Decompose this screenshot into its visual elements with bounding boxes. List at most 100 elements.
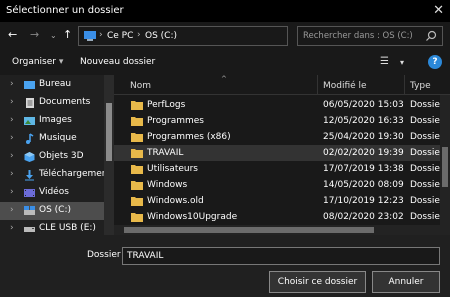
folder-icon — [131, 117, 143, 126]
cancel-button[interactable]: Annuler — [372, 271, 440, 293]
file-date: 17/10/2019 12:23 — [323, 196, 404, 206]
breadcrumb-separator-icon: › — [99, 30, 103, 40]
window-title: Sélectionner un dossier — [6, 5, 124, 16]
file-name: TRAVAIL — [147, 148, 184, 158]
sidebar-item-label: Objets 3D — [39, 151, 84, 161]
expand-chevron-icon[interactable]: › — [10, 133, 14, 143]
file-name: Programmes (x86) — [147, 132, 231, 142]
column-header-modified[interactable]: Modifié le — [323, 81, 367, 91]
file-type: Dossier — [410, 116, 444, 126]
view-options-chevron-icon[interactable]: ▾ — [400, 58, 404, 67]
expand-chevron-icon[interactable]: › — [10, 97, 14, 107]
expand-chevron-icon[interactable]: › — [10, 223, 14, 233]
column-header-name[interactable]: Nom — [130, 81, 151, 91]
folder-name-input[interactable]: TRAVAIL — [122, 247, 440, 265]
expand-chevron-icon[interactable]: › — [10, 115, 14, 125]
column-header-row: ^ Nom Modifié le Type — [114, 75, 450, 95]
file-list-vertical-scrollbar[interactable] — [440, 95, 450, 235]
file-type: Dossier — [410, 148, 444, 158]
sidebar-item-label: Vidéos — [39, 187, 69, 197]
file-date: 17/07/2019 13:38 — [323, 164, 404, 174]
new-folder-button[interactable]: Nouveau dossier — [80, 57, 155, 67]
recent-locations-chevron-icon[interactable]: ⌄ — [50, 31, 57, 40]
table-row[interactable]: Programmes (x86) 25/04/2020 19:30 Dossie… — [114, 129, 450, 145]
table-row[interactable]: Windows 14/05/2020 08:09 Dossier — [114, 177, 450, 193]
column-divider[interactable] — [317, 75, 318, 95]
table-row[interactable]: Windows10Upgrade 08/02/2020 23:02 Dossie… — [114, 209, 450, 225]
file-list-horizontal-scrollbar[interactable] — [114, 225, 440, 235]
title-bar: Sélectionner un dossier ✕ — [0, 0, 450, 22]
sidebar-item-label: Bureau — [39, 79, 72, 89]
file-date: 08/02/2020 23:02 — [323, 212, 404, 222]
horizontal-scrollbar-thumb[interactable] — [124, 227, 374, 233]
file-name: Programmes — [147, 116, 204, 126]
folder-icon — [131, 149, 143, 158]
file-name: Utilisateurs — [147, 164, 198, 174]
back-arrow-icon[interactable]: ← — [8, 28, 17, 41]
expand-chevron-icon[interactable]: › — [10, 151, 14, 161]
sidebar-item-objets-3d[interactable]: › Objets 3D — [0, 148, 114, 166]
folder-name-value: TRAVAIL — [127, 251, 164, 261]
expand-chevron-icon[interactable]: › — [10, 205, 14, 215]
expand-chevron-icon[interactable]: › — [10, 79, 14, 89]
file-list: ^ Nom Modifié le Type PerfLogs 06/05/202… — [114, 75, 450, 235]
forward-arrow-icon[interactable]: → — [30, 28, 39, 41]
folder-icon — [131, 165, 143, 174]
up-arrow-icon[interactable]: ↑ — [63, 28, 72, 41]
breadcrumb-ce-pc[interactable]: Ce PC — [107, 31, 133, 41]
column-divider[interactable] — [404, 75, 405, 95]
table-row[interactable]: TRAVAIL 02/02/2020 19:39 Dossier — [114, 145, 450, 161]
dialog-footer: Dossier : TRAVAIL Choisir ce dossier Ann… — [0, 235, 450, 297]
file-date: 02/02/2020 19:39 — [323, 148, 404, 158]
folder-icon — [131, 181, 143, 190]
breadcrumb-os-c[interactable]: OS (C:) — [145, 31, 177, 41]
sidebar-item-telechargements[interactable]: › Téléchargements — [0, 166, 114, 184]
drive-icon — [24, 206, 35, 215]
vertical-scrollbar-thumb[interactable] — [442, 147, 448, 187]
sidebar-item-label: Musique — [39, 133, 77, 143]
expand-chevron-icon[interactable]: › — [10, 187, 14, 197]
folder-label: Dossier : — [87, 250, 127, 260]
sidebar-item-images[interactable]: › Images — [0, 112, 114, 130]
objects-3d-icon — [24, 152, 35, 162]
search-icon[interactable] — [425, 30, 437, 42]
file-type: Dossier — [410, 196, 444, 206]
downloads-icon — [25, 170, 34, 181]
table-row[interactable]: PerfLogs 06/05/2020 15:03 Dossier — [114, 97, 450, 113]
computer-icon — [84, 31, 96, 41]
file-date: 14/05/2020 08:09 — [323, 180, 404, 190]
help-icon[interactable]: ? — [428, 55, 442, 69]
organize-menu[interactable]: Organiser ▾ — [12, 57, 63, 67]
sidebar-item-label: Téléchargements — [39, 169, 114, 179]
videos-icon — [24, 189, 35, 197]
sidebar-item-label: Images — [39, 115, 72, 125]
address-bar[interactable]: › Ce PC › OS (C:) ⌄ ↻ — [78, 26, 360, 46]
select-folder-button[interactable]: Choisir ce dossier — [269, 271, 366, 293]
organize-chevron-icon: ▾ — [58, 57, 64, 67]
sidebar-item-os-c[interactable]: › OS (C:) — [0, 202, 114, 220]
search-box[interactable]: Rechercher dans : OS (C:) — [297, 26, 443, 46]
column-header-type[interactable]: Type — [410, 81, 431, 91]
folder-icon — [131, 197, 143, 206]
sidebar-item-documents[interactable]: › Documents — [0, 94, 114, 112]
sidebar-item-videos[interactable]: › Vidéos — [0, 184, 114, 202]
close-icon[interactable]: ✕ — [433, 3, 444, 18]
view-options-icon[interactable]: ☰ — [380, 56, 389, 67]
table-row[interactable]: Utilisateurs 17/07/2019 13:38 Dossier — [114, 161, 450, 177]
music-icon — [26, 133, 34, 144]
sidebar-item-bureau[interactable]: › Bureau — [0, 76, 114, 94]
expand-chevron-icon[interactable]: › — [10, 169, 14, 179]
sidebar-item-label: CLE USB (E:) — [39, 223, 96, 233]
folder-icon — [131, 213, 143, 222]
table-row[interactable]: Programmes 12/05/2020 16:33 Dossier — [114, 113, 450, 129]
file-type: Dossier — [410, 164, 444, 174]
sidebar-item-cle-usb[interactable]: › CLE USB (E:) — [0, 220, 114, 235]
navigation-scrollbar[interactable] — [104, 75, 114, 235]
file-type: Dossier — [410, 132, 444, 142]
navigation-scrollbar-thumb[interactable] — [106, 103, 112, 161]
breadcrumb-separator-icon: › — [137, 30, 141, 40]
table-row[interactable]: Windows.old 17/10/2019 12:23 Dossier — [114, 193, 450, 209]
sidebar-item-musique[interactable]: › Musique — [0, 130, 114, 148]
folder-icon — [131, 101, 143, 110]
file-type: Dossier — [410, 100, 444, 110]
